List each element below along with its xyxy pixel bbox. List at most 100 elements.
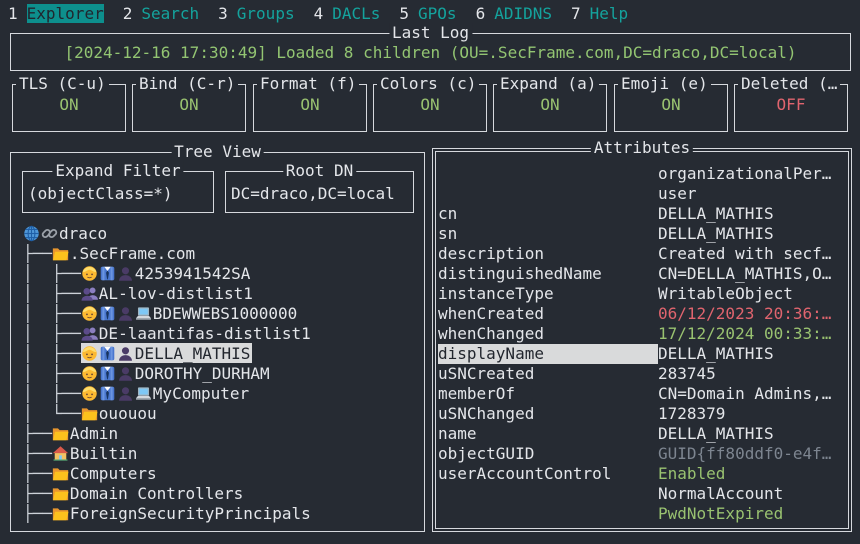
group-icon (81, 325, 98, 342)
attr-row-usncreated[interactable]: uSNCreated283745 (438, 364, 846, 384)
tree-row-label: .SecFrame.com (70, 244, 195, 263)
tab-dacls[interactable]: 4DACLs (314, 4, 381, 23)
attr-row-useraccountcontrol[interactable]: userAccountControlEnabled (438, 464, 846, 484)
attr-row-memberof[interactable]: memberOfCN=Domain Admins,… (438, 384, 846, 404)
tab-help[interactable]: 7Help (571, 4, 628, 23)
expand-filter-input[interactable]: Expand Filter (objectClass=*) (22, 171, 214, 213)
tree-row-label: Admin (70, 424, 118, 443)
attr-value: NormalAccount (658, 484, 846, 504)
tree-row-4253941542sa[interactable]: │ ├── 4253941542SA (23, 263, 421, 283)
tree-row-label: ForeignSecurityPrincipals (70, 504, 311, 523)
toggle-format-label: Format (f) (257, 74, 359, 93)
attr-value: user (658, 184, 846, 204)
attr-row-objectguid[interactable]: objectGUIDGUID{ff80ddf0-e4f… (438, 444, 846, 464)
tree-selected-row: DELLA_MATHIS (81, 343, 253, 363)
tree-row-de-laantifas-distlist1[interactable]: │ ├── DE-laantifas-distlist1 (23, 323, 421, 343)
attr-row-whenchanged[interactable]: whenChanged17/12/2024 00:33:… (438, 324, 846, 344)
person-icon (81, 345, 98, 362)
toggle-bind[interactable]: Bind (C-r) ON (132, 84, 246, 132)
toggle-expand[interactable]: Expand (a) ON (493, 84, 607, 132)
tree-row-computers[interactable]: ├── Computers (23, 463, 421, 483)
tree-row-dorothy-durham[interactable]: │ ├── DOROTHY_DURHAM (23, 363, 421, 383)
tab-number: 1 (8, 4, 18, 23)
attr-row[interactable]: NormalAccount (438, 484, 846, 504)
tree-branch: │ ├── (23, 324, 81, 343)
tree-row-secframe-com[interactable]: ├── .SecFrame.com (23, 243, 421, 263)
attr-name: objectGUID (438, 444, 658, 464)
tab-search[interactable]: 2Search (123, 4, 199, 23)
attr-name: sn (438, 224, 658, 244)
toggle-tls[interactable]: TLS (C-u) ON (12, 84, 126, 132)
tree-row-domain-controllers[interactable]: ├── Domain Controllers (23, 483, 421, 503)
attr-row[interactable]: PwdNotExpired (438, 504, 846, 524)
tree-row-al-lov-distlist1[interactable]: │ ├── AL-lov-distlist1 (23, 283, 421, 303)
toggle-deleted[interactable]: Deleted (… OFF (734, 84, 848, 132)
attr-row-displayname[interactable]: displayNameDELLA_MATHIS (438, 344, 846, 364)
tree-row-label: Domain Controllers (70, 484, 243, 503)
attr-row-cn[interactable]: cnDELLA_MATHIS (438, 204, 846, 224)
tree-row-draco[interactable]: draco (23, 223, 421, 243)
last-log-panel: Last Log [2024-12-16 17:30:49] Loaded 8 … (10, 33, 851, 71)
laptop-icon (135, 385, 152, 402)
tree-row-mycomputer[interactable]: │ ├── MyComputer (23, 383, 421, 403)
toggle-emoji[interactable]: Emoji (e) ON (614, 84, 728, 132)
tab-label: Groups (237, 4, 295, 23)
root-dn-input[interactable]: Root DN DC=draco,DC=local (225, 171, 414, 213)
attr-name (438, 484, 658, 504)
attr-row-instancetype[interactable]: instanceTypeWritableObject (438, 284, 846, 304)
tree-branch: │ ├── (23, 384, 81, 403)
tab-label: Help (590, 4, 629, 23)
tab-bar: 1Explorer 2Search 3Groups 4DACLs 5GPOs 6… (8, 4, 647, 23)
attr-row-sn[interactable]: snDELLA_MATHIS (438, 224, 846, 244)
tree-row-bdewwebs1000000[interactable]: │ ├── BDEWWEBS1000000 (23, 303, 421, 323)
toggle-emoji-label: Emoji (e) (618, 74, 711, 93)
folder-icon (52, 505, 69, 522)
tie-icon (99, 385, 116, 402)
person-icon (81, 305, 98, 322)
tree-row-foreignsecurityprincipals[interactable]: ├── ForeignSecurityPrincipals (23, 503, 421, 523)
attr-name (438, 504, 658, 524)
tree-row-builtin[interactable]: ├── Builtin (23, 443, 421, 463)
attr-row-usnchanged[interactable]: uSNChanged1728379 (438, 404, 846, 424)
toggle-format[interactable]: Format (f) ON (253, 84, 367, 132)
attr-row-name[interactable]: nameDELLA_MATHIS (438, 424, 846, 444)
attr-name: description (438, 244, 658, 264)
toggle-deleted-label: Deleted (… (738, 74, 840, 93)
tie-icon (99, 265, 116, 282)
toggle-colors[interactable]: Colors (c) ON (373, 84, 487, 132)
attr-name: whenCreated (438, 304, 658, 324)
toggle-colors-label: Colors (c) (377, 74, 479, 93)
tree-row-label: ououou (99, 404, 157, 423)
tree-row-label: MyComputer (153, 384, 249, 403)
attr-row-description[interactable]: descriptionCreated with secf… (438, 244, 846, 264)
attr-value: WritableObject (658, 284, 846, 304)
tab-groups[interactable]: 3Groups (218, 4, 294, 23)
tree-branch: ├── (23, 484, 52, 503)
attr-value: 283745 (658, 364, 846, 384)
tree-row-della-mathis[interactable]: │ ├── DELLA_MATHIS (23, 343, 421, 363)
house-icon (52, 445, 69, 462)
tab-explorer[interactable]: 1Explorer (8, 4, 104, 23)
attr-row[interactable]: organizationalPer… (438, 164, 846, 184)
attr-value: organizationalPer… (658, 164, 846, 184)
bust-icon (117, 365, 134, 382)
globe-icon (23, 225, 40, 242)
tab-gpos[interactable]: 5GPOs (399, 4, 456, 23)
tree-row-label: DE-laantifas-distlist1 (99, 324, 311, 343)
attr-row-distinguishedname[interactable]: distinguishedNameCN=DELLA_MATHIS,O… (438, 264, 846, 284)
group-icon (81, 285, 98, 302)
attr-name: userAccountControl (438, 464, 658, 484)
tree-list: draco ├── .SecFrame.com │ ├── 4253941542… (23, 223, 421, 523)
bust-icon (117, 385, 134, 402)
tree-branch: │ ├── (23, 284, 81, 303)
attr-row-whencreated[interactable]: whenCreated06/12/2023 20:36:… (438, 304, 846, 324)
tab-adidns[interactable]: 6ADIDNS (476, 4, 552, 23)
tie-icon (99, 345, 116, 362)
bust-icon (117, 265, 134, 282)
attr-row[interactable]: user (438, 184, 846, 204)
attr-name: uSNChanged (438, 404, 658, 424)
tree-row-label: AL-lov-distlist1 (99, 284, 253, 303)
tie-icon (99, 365, 116, 382)
tree-row-admin[interactable]: ├── Admin (23, 423, 421, 443)
tree-row-ououou[interactable]: │ └── ououou (23, 403, 421, 423)
